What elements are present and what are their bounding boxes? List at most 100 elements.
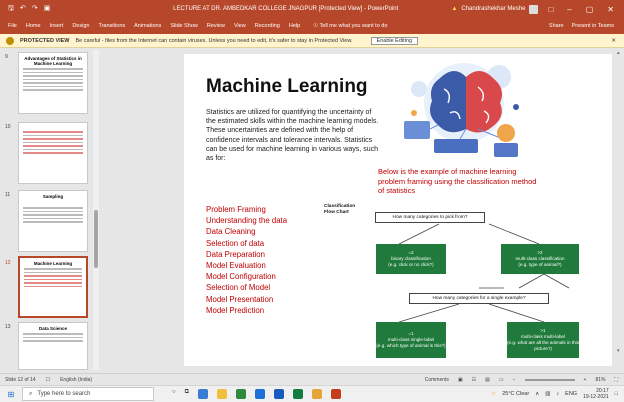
- zoom-in-icon[interactable]: +: [584, 377, 587, 383]
- scroll-down-icon[interactable]: ▾: [617, 348, 620, 354]
- chrome-icon[interactable]: [235, 389, 246, 399]
- window-title: LECTURE AT DR. AMBEDKAR COLLEGE JNAGPUR …: [173, 6, 399, 12]
- shield-icon: [6, 36, 14, 45]
- question-box: How many categories to pick from?: [375, 212, 485, 223]
- present-icon[interactable]: ▣: [44, 4, 51, 15]
- zoom-slider[interactable]: [524, 378, 575, 381]
- thumbnail-scrollbar[interactable]: [93, 50, 99, 370]
- scrollbar-thumb[interactable]: [94, 210, 98, 268]
- close-icon[interactable]: ✕: [611, 38, 624, 44]
- thumb-number: 13: [5, 324, 11, 330]
- task-view-icon[interactable]: ⧉: [185, 389, 189, 399]
- slideshow-icon[interactable]: ▭: [499, 377, 504, 383]
- box-example: (e.g. type of animal?): [518, 262, 562, 267]
- clock-date: 19-12-2021: [583, 394, 609, 400]
- slide-thumbnail[interactable]: Sampling: [18, 190, 88, 252]
- window-controls: □ – ▢ ✕: [548, 5, 624, 14]
- slide-thumbnail[interactable]: [18, 122, 88, 184]
- tab-review[interactable]: Review: [207, 23, 225, 29]
- slide-thumbnail-selected[interactable]: Machine Learning: [18, 256, 88, 318]
- zoom-out-icon[interactable]: −: [513, 377, 516, 383]
- weather-text[interactable]: 25°C Clear: [502, 391, 529, 397]
- save-icon[interactable]: 🖫: [8, 4, 14, 15]
- cortana-icon[interactable]: ○: [172, 389, 176, 399]
- language-indicator[interactable]: ENG: [565, 391, 577, 397]
- user-name: Chandrashekhar Meshe: [461, 6, 526, 12]
- network-icon[interactable]: ▥: [545, 391, 550, 397]
- taskbar-search[interactable]: ⌕ Type here to search: [22, 387, 154, 401]
- thumb-title: Advantages of Statistics in Machine Lear…: [24, 56, 82, 66]
- file-explorer-icon[interactable]: [216, 389, 227, 399]
- canvas-scrollbar[interactable]: ▴ ▾: [616, 48, 624, 373]
- language-indicator[interactable]: English (India): [60, 377, 92, 383]
- normal-view-icon[interactable]: ▣: [458, 377, 463, 383]
- tab-transitions[interactable]: Transitions: [98, 23, 125, 29]
- maximize-icon[interactable]: ▢: [586, 5, 594, 14]
- clock[interactable]: 20:17 19-12-2021: [583, 388, 609, 400]
- slide-canvas: Machine Learning Statistics are utilized…: [100, 48, 624, 373]
- fit-slide-icon[interactable]: ⛶: [614, 377, 618, 383]
- protected-view-message: Be careful - files from the Internet can…: [75, 37, 353, 44]
- taskbar-search-placeholder: Type here to search: [37, 391, 91, 397]
- ml-uses-list: Problem Framing Understanding the data D…: [206, 204, 287, 316]
- slide-thumbnail[interactable]: Advantages of Statistics in Machine Lear…: [18, 52, 88, 114]
- thumb-number: 12: [5, 260, 11, 266]
- tray-chevron-icon[interactable]: ∧: [535, 391, 539, 397]
- list-item: Model Configuration: [206, 272, 276, 282]
- comments-button[interactable]: Comments: [425, 377, 449, 383]
- tab-recording[interactable]: Recording: [255, 23, 280, 29]
- user-account[interactable]: ▲ Chandrashekhar Meshe: [451, 4, 539, 14]
- tab-view[interactable]: View: [234, 23, 246, 29]
- tab-design[interactable]: Design: [72, 23, 89, 29]
- redo-icon[interactable]: ↷: [32, 4, 38, 15]
- tab-insert[interactable]: Insert: [50, 23, 64, 29]
- undo-icon[interactable]: ↶: [20, 4, 26, 15]
- zoom-level[interactable]: 81%: [595, 377, 605, 383]
- app-icon[interactable]: [311, 389, 322, 399]
- tab-slide-show[interactable]: Slide Show: [170, 23, 198, 29]
- accessibility-icon[interactable]: ☐: [46, 377, 50, 383]
- ribbon-right: Share Present in Teams: [549, 23, 624, 29]
- slide-sorter-icon[interactable]: ☷: [472, 377, 476, 383]
- windows-start-icon[interactable]: ⊞: [0, 390, 22, 399]
- close-icon[interactable]: ✕: [607, 5, 614, 14]
- box-example: (e.g. which type of animal is this?): [376, 343, 446, 348]
- list-item: Selection of data: [206, 238, 265, 248]
- scroll-up-icon[interactable]: ▴: [617, 50, 620, 56]
- avatar[interactable]: [529, 4, 539, 14]
- enable-editing-button[interactable]: Enable Editing: [370, 36, 419, 45]
- word-icon[interactable]: [273, 389, 284, 399]
- notifications-icon[interactable]: □: [615, 391, 618, 397]
- minimize-icon[interactable]: –: [567, 5, 571, 14]
- ribbon-tabs: File Home Insert Design Transitions Anim…: [0, 18, 624, 34]
- tab-file[interactable]: File: [8, 23, 17, 29]
- windows-taskbar: ⊞ ⌕ Type here to search ○ ⧉ ☼ 25°C Clear…: [0, 385, 624, 402]
- tell-me-search[interactable]: ☉ Tell me what you want to do: [313, 23, 387, 29]
- present-teams-button[interactable]: Present in Teams: [572, 23, 614, 29]
- slide-title: Machine Learning: [206, 76, 368, 97]
- slide[interactable]: Machine Learning Statistics are utilized…: [184, 54, 612, 366]
- app-icon[interactable]: [197, 389, 208, 399]
- slide-info: Slide 12 of 14: [5, 376, 36, 383]
- tab-home[interactable]: Home: [26, 23, 41, 29]
- status-right: Comments ▣ ☷ ▤ ▭ − + 81% ⛶: [425, 377, 624, 383]
- weather-icon: ☼: [491, 391, 497, 397]
- reading-view-icon[interactable]: ▤: [485, 377, 490, 383]
- excel-icon[interactable]: [292, 389, 303, 399]
- tab-animations[interactable]: Animations: [134, 23, 161, 29]
- list-item: Problem Framing: [206, 205, 266, 214]
- binary-classification-box: =2 binary classification (e.g. click or …: [376, 244, 446, 274]
- flowchart-caption: Classification Flow Chart: [324, 204, 356, 215]
- classification-flowchart: Classification Flow Chart How many categ…: [319, 204, 604, 364]
- thumb-number: 10: [5, 124, 11, 130]
- thumb-number: 11: [5, 192, 11, 198]
- powerpoint-icon[interactable]: [330, 389, 341, 399]
- ribbon-display-icon[interactable]: □: [548, 5, 553, 14]
- slide-thumbnail[interactable]: Data Science: [18, 322, 88, 370]
- edge-icon[interactable]: [254, 389, 265, 399]
- share-button[interactable]: Share: [549, 23, 564, 29]
- volume-icon[interactable]: ♪: [556, 391, 559, 397]
- tab-help[interactable]: Help: [289, 23, 300, 29]
- list-item: Model Evaluation: [206, 261, 266, 271]
- multi-label-box: >1 multi-class multi-label (e.g. what ar…: [507, 322, 579, 358]
